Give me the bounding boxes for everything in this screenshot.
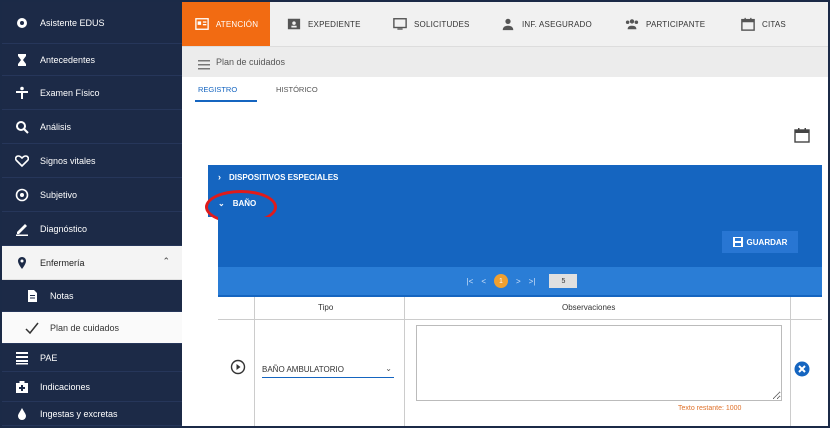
current-page[interactable]: 1 — [494, 274, 508, 288]
page-size-select[interactable]: 5 — [549, 274, 578, 288]
gear-icon — [14, 15, 30, 31]
sidebar-item-examen-fisico[interactable]: Examen Físico — [2, 76, 182, 110]
prev-page-button[interactable]: < — [481, 277, 486, 286]
main-content: › DISPOSITIVOS ESPECIALES ⌄ BAÑO GUARDAR… — [182, 103, 828, 426]
pagination: |< < 1 > >| 5 — [218, 267, 822, 295]
sidebar-item-subjetivo[interactable]: Subjetivo — [2, 178, 182, 212]
sidebar-item-label: Examen Físico — [40, 87, 100, 98]
sidebar-item-notas[interactable]: Notas — [2, 280, 182, 312]
sidebar-item-label: Plan de cuidados — [50, 322, 120, 333]
sidebar-item-label: Ingestas y excretas — [40, 408, 118, 419]
sidebar-item-label: Signos vitales — [40, 155, 96, 166]
group-icon — [624, 16, 640, 32]
first-aid-icon — [14, 379, 30, 395]
list-icon — [14, 350, 30, 366]
tab-historico[interactable]: HISTÓRICO — [276, 85, 318, 94]
sidebar-item-ingestas[interactable]: Ingestas y excretas — [2, 402, 182, 426]
sidebar-item-plan-de-cuidados[interactable]: Plan de cuidados — [2, 312, 182, 344]
chevron-down-icon: ⌄ — [385, 364, 392, 373]
observaciones-textarea[interactable] — [416, 325, 782, 401]
sidebar-item-label: PAE — [40, 352, 58, 363]
page-header: Plan de cuidados — [182, 47, 828, 77]
play-circle-icon[interactable] — [230, 359, 246, 375]
character-counter: Texto restante: 1000 — [678, 405, 742, 412]
page-title: Plan de cuidados — [216, 57, 286, 67]
sidebar-item-analisis[interactable]: Análisis — [2, 110, 182, 144]
location-pin-icon — [14, 255, 30, 271]
calendar-icon — [740, 16, 756, 32]
face-icon — [14, 187, 30, 203]
save-icon — [732, 237, 743, 247]
sidebar-item-pae[interactable]: PAE — [2, 344, 182, 372]
next-page-button[interactable]: > — [516, 277, 521, 286]
sidebar-item-label: Antecedentes — [40, 54, 96, 65]
table-row: BAÑO AMBULATORIO ⌄ Texto restante: 1000 — [218, 319, 822, 426]
calendar-icon[interactable] — [794, 127, 810, 143]
chevron-right-icon: › — [218, 172, 221, 182]
sidebar: Asistente EDUS Antecedentes Examen Físic… — [2, 2, 182, 426]
sub-tabs: REGISTRO HISTÓRICO — [182, 77, 828, 103]
column-header-observaciones: Observaciones — [562, 303, 616, 312]
check-icon — [24, 320, 40, 336]
document-icon — [24, 288, 40, 304]
chevron-up-icon[interactable]: ⌃ — [162, 256, 170, 267]
tab-citas[interactable]: CITAS — [740, 2, 786, 46]
search-icon — [14, 119, 30, 135]
save-button[interactable]: GUARDAR — [722, 231, 798, 253]
heart-icon — [14, 153, 30, 169]
tab-atencion[interactable]: ATENCIÓN — [182, 2, 270, 46]
section-dispositivos-especiales[interactable]: › DISPOSITIVOS ESPECIALES — [208, 165, 822, 189]
sidebar-item-asistente[interactable]: Asistente EDUS — [2, 2, 182, 44]
menu-icon[interactable] — [198, 57, 210, 70]
sidebar-item-label: Diagnóstico — [40, 223, 88, 234]
section-bano[interactable]: ⌄ BAÑO — [208, 189, 822, 217]
sidebar-item-enfermeria[interactable]: Enfermería ⌃ — [2, 246, 182, 280]
sidebar-item-label: Subjetivo — [40, 189, 78, 200]
tab-expediente[interactable]: EXPEDIENTE — [286, 2, 361, 46]
sidebar-item-signos-vitales[interactable]: Signos vitales — [2, 144, 182, 178]
column-header-tipo: Tipo — [318, 303, 334, 312]
remove-icon[interactable] — [794, 361, 810, 377]
table-header: Tipo Observaciones — [218, 297, 822, 320]
sidebar-item-label: Indicaciones — [40, 381, 91, 392]
tipo-select[interactable]: BAÑO AMBULATORIO ⌄ — [262, 361, 394, 378]
hourglass-icon — [14, 52, 30, 68]
first-page-button[interactable]: |< — [467, 277, 474, 286]
person-icon — [500, 16, 516, 32]
active-tab-indicator — [195, 100, 257, 102]
drop-icon — [14, 406, 30, 422]
tab-inf-asegurado[interactable]: INF. ASEGURADO — [500, 2, 592, 46]
last-page-button[interactable]: >| — [529, 277, 536, 286]
id-card-icon — [194, 16, 210, 32]
folder-person-icon — [286, 16, 302, 32]
sidebar-item-label: Análisis — [40, 121, 72, 132]
sidebar-item-label: Enfermería — [40, 257, 85, 268]
tab-solicitudes[interactable]: SOLICITUDES — [392, 2, 470, 46]
sidebar-item-diagnostico[interactable]: Diagnóstico — [2, 212, 182, 246]
tab-registro[interactable]: REGISTRO — [198, 85, 237, 94]
person-icon — [14, 85, 30, 101]
sidebar-item-label: Notas — [50, 290, 74, 301]
app-window: Asistente EDUS Antecedentes Examen Físic… — [0, 0, 830, 428]
sidebar-item-antecedentes[interactable]: Antecedentes — [2, 44, 182, 76]
sidebar-item-indicaciones[interactable]: Indicaciones — [2, 372, 182, 402]
pencil-icon — [14, 221, 30, 237]
monitor-icon — [392, 16, 408, 32]
bano-panel: GUARDAR |< < 1 > >| 5 — [218, 217, 822, 297]
top-nav: ATENCIÓN EXPEDIENTE SOLICITUDES INF. ASE… — [182, 2, 828, 47]
sidebar-item-label: Asistente EDUS — [40, 17, 105, 28]
tab-participante[interactable]: PARTICIPANTE — [624, 2, 705, 46]
